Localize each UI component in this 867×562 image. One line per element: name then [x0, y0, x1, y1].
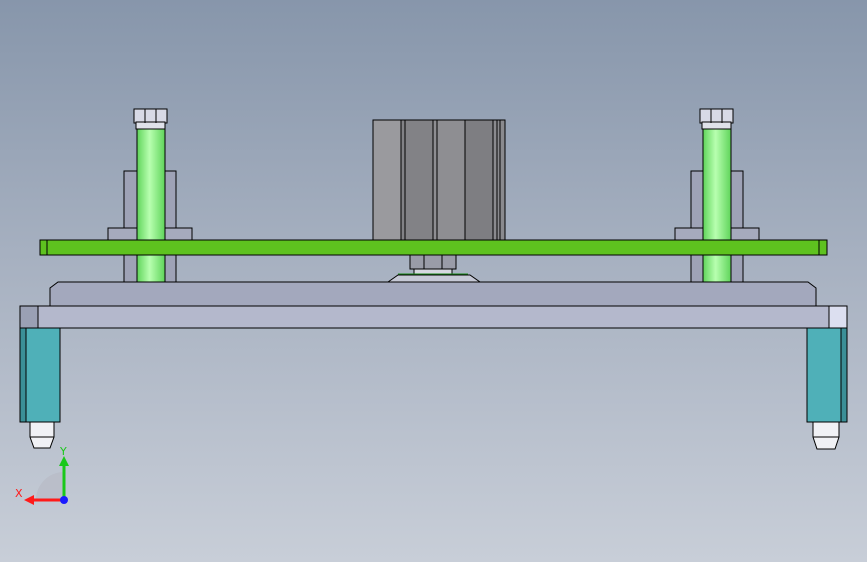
left-guide-shaft[interactable] [133, 108, 168, 283]
right-guide-shaft[interactable] [699, 108, 734, 283]
left-leg[interactable] [19, 327, 61, 449]
coordinate-triad: Y X [15, 445, 69, 505]
assembly-model[interactable]: Y X [0, 0, 867, 562]
lower-frame[interactable] [19, 281, 848, 329]
green-mounting-plate[interactable] [39, 239, 828, 256]
center-nut[interactable] [386, 254, 482, 283]
right-leg[interactable] [806, 327, 848, 450]
y-axis-label: Y [59, 445, 67, 458]
cylinder-block[interactable] [372, 119, 506, 243]
cad-viewport[interactable]: Y X [0, 0, 867, 562]
x-axis-label: X [15, 487, 23, 500]
